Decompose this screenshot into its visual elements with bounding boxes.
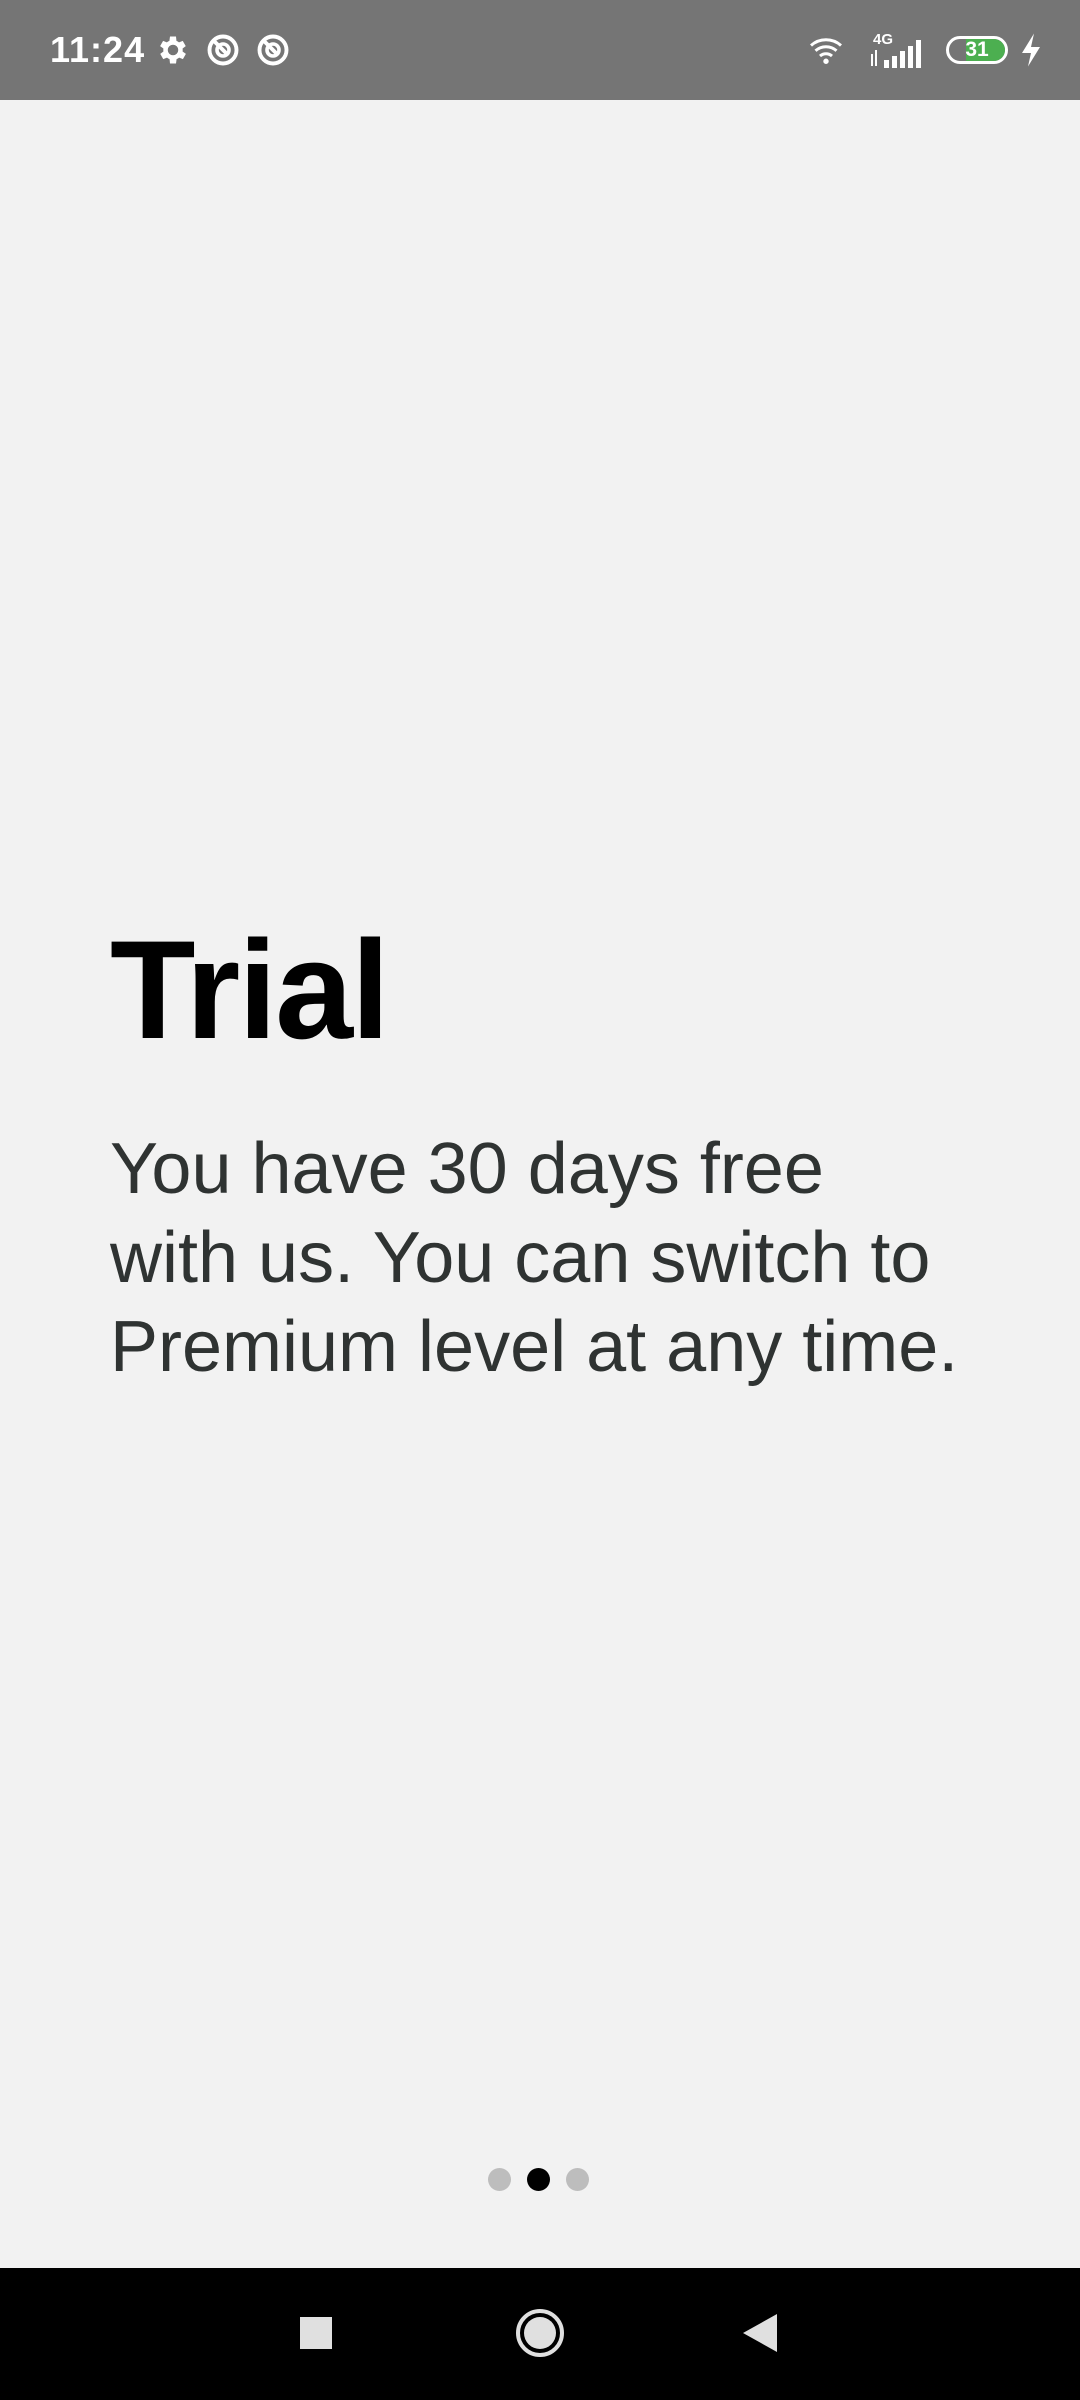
page-dot[interactable] [488, 2168, 511, 2191]
onboarding-screen: 11:24 4G 31 Trial You have 30 days free … [0, 0, 1080, 2400]
do-not-disturb-icon [255, 32, 291, 68]
page-dot[interactable] [566, 2168, 589, 2191]
trial-description: You have 30 days free with us. You can s… [110, 1129, 959, 1387]
page-dot-active[interactable] [527, 2168, 550, 2191]
recents-button[interactable] [281, 2298, 351, 2368]
status-bar: 11:24 4G 31 [0, 0, 1080, 100]
navigation-bar [0, 2268, 1080, 2400]
do-not-disturb-icon [205, 32, 241, 68]
status-time: 11:24 [50, 29, 146, 70]
page-title: Trial [110, 911, 390, 1068]
battery-level-label: 31 [965, 38, 989, 61]
back-button[interactable] [727, 2298, 797, 2368]
cell-signal-icon [870, 40, 930, 68]
page-indicator [488, 2168, 589, 2192]
gear-icon [155, 32, 191, 68]
home-button[interactable] [505, 2298, 575, 2368]
wifi-icon [804, 32, 848, 68]
battery-icon: 31 [946, 36, 1008, 64]
charging-bolt-icon [1018, 32, 1044, 68]
